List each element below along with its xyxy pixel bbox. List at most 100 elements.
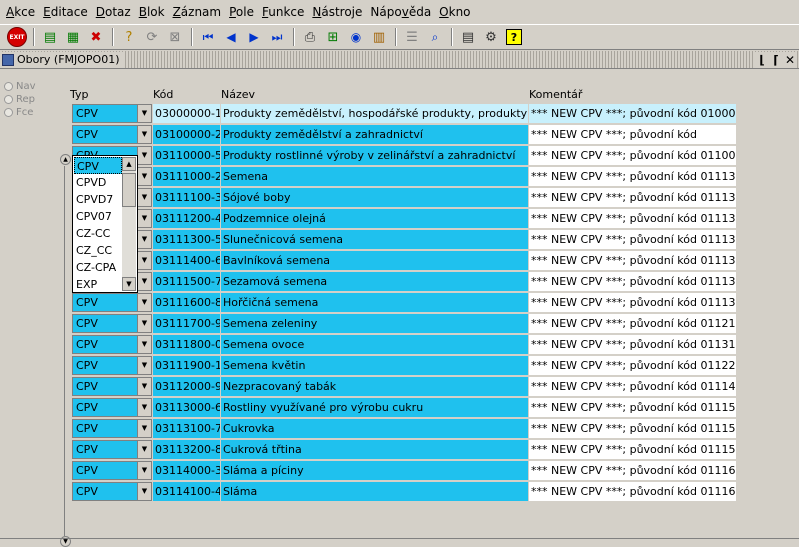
kod-field[interactable]: 03111900-1 <box>153 356 220 375</box>
nazev-field[interactable]: Produkty rostlinné výroby v zelinářství … <box>221 146 528 165</box>
maximize-window-icon[interactable]: ⌈ <box>769 53 783 67</box>
komentar-field[interactable]: *** NEW CPV ***; původní kód 01113300-5 <box>529 230 736 249</box>
chevron-down-icon[interactable]: ▼ <box>137 210 151 227</box>
nazev-field[interactable]: Semena květin <box>221 356 528 375</box>
nazev-field[interactable]: Produkty zemědělství a zahradnictví <box>221 125 528 144</box>
chevron-down-icon[interactable]: ▼ <box>137 378 151 395</box>
radio-rep[interactable]: Rep <box>4 93 36 106</box>
nazev-field[interactable]: Cukrová třtina <box>221 440 528 459</box>
komentar-field[interactable]: *** NEW CPV ***; původní kód 01000000-7 <box>529 104 736 123</box>
minimize-window-icon[interactable]: ⌊ <box>755 53 769 67</box>
typ-dropdown-list[interactable]: ▲ ▼ CPV CPVD CPVD7 CPV07 CZ-CC CZ_CC CZ-CPA EXP <box>72 155 138 293</box>
dropdown-scroll-thumb[interactable] <box>122 173 136 207</box>
chevron-down-icon[interactable]: ▼ <box>137 105 151 122</box>
typ-select[interactable]: CPV ▼ <box>72 125 152 144</box>
menu-item-napoveda[interactable]: Nápověda <box>366 5 435 19</box>
web-button[interactable]: ◉ <box>345 26 367 48</box>
dropdown-scroll-up-icon[interactable]: ▲ <box>122 157 136 171</box>
kod-field[interactable]: 03111700-9 <box>153 314 220 333</box>
dropdown-option[interactable]: CZ-CC <box>74 225 122 242</box>
dropdown-option[interactable]: CZ_CC <box>74 242 122 259</box>
dropdown-scroll-down-icon[interactable]: ▼ <box>122 277 136 291</box>
enter-query-button[interactable]: ? <box>118 26 140 48</box>
komentar-field[interactable]: *** NEW CPV ***; původní kód 01113000-2 <box>529 167 736 186</box>
notes-button[interactable]: ▤ <box>457 26 479 48</box>
typ-select[interactable]: CPV ▼ <box>72 356 152 375</box>
scroll-up-icon[interactable]: ▲ <box>60 154 71 165</box>
komentar-field[interactable]: *** NEW CPV ***; původní kód 01122300-1 <box>529 356 736 375</box>
komentar-field[interactable]: *** NEW CPV ***; původní kód 01100000-8 <box>529 146 736 165</box>
kod-field[interactable]: 03111500-7 <box>153 272 220 291</box>
chevron-down-icon[interactable]: ▼ <box>137 294 151 311</box>
komentar-field[interactable]: *** NEW CPV ***; původní kód 01115000-6 <box>529 398 736 417</box>
execute-query-button[interactable]: ⟳ <box>141 26 163 48</box>
komentar-field[interactable]: *** NEW CPV ***; původní kód 01113400-6 <box>529 251 736 270</box>
dropdown-option[interactable]: CPV <box>74 157 122 174</box>
chevron-down-icon[interactable]: ▼ <box>137 483 151 500</box>
delete-record-button[interactable]: ✖ <box>85 26 107 48</box>
chevron-down-icon[interactable]: ▼ <box>137 357 151 374</box>
nazev-field[interactable]: Sezamová semena <box>221 272 528 291</box>
dropdown-option[interactable]: CPVD <box>74 174 122 191</box>
nazev-field[interactable]: Nezpracovaný tabák <box>221 377 528 396</box>
previous-record-button[interactable]: ◀ <box>220 26 242 48</box>
kod-field[interactable]: 03114000-3 <box>153 461 220 480</box>
menu-item-akce[interactable]: Akce <box>2 5 39 19</box>
komentar-field[interactable]: *** NEW CPV ***; původní kód 01114000-9 <box>529 377 736 396</box>
nazev-field[interactable]: Hořčičná semena <box>221 293 528 312</box>
chevron-down-icon[interactable]: ▼ <box>137 336 151 353</box>
nazev-field[interactable]: Rostliny využívané pro výrobu cukru <box>221 398 528 417</box>
menu-item-okno[interactable]: Okno <box>435 5 474 19</box>
chevron-down-icon[interactable]: ▼ <box>137 189 151 206</box>
typ-select[interactable]: CPV ▼ <box>72 335 152 354</box>
komentar-field[interactable]: *** NEW CPV ***; původní kód 01115200-8 <box>529 440 736 459</box>
first-record-button[interactable]: ⏮ <box>197 26 219 48</box>
chevron-down-icon[interactable]: ▼ <box>137 420 151 437</box>
dropdown-option[interactable]: CPVD7 <box>74 191 122 208</box>
komentar-field[interactable]: *** NEW CPV ***; původní kód <box>529 125 736 144</box>
menu-item-zaznam[interactable]: Záznam <box>169 5 226 19</box>
kod-field[interactable]: 03111800-0 <box>153 335 220 354</box>
menu-item-editace[interactable]: Editace <box>39 5 92 19</box>
komentar-field[interactable]: *** NEW CPV ***; původní kód 01113600-8 <box>529 293 736 312</box>
print-button[interactable]: ⎙ <box>299 26 321 48</box>
menu-item-funkce[interactable]: Funkce <box>258 5 308 19</box>
chevron-down-icon[interactable]: ▼ <box>137 231 151 248</box>
list-button[interactable]: ☰ <box>401 26 423 48</box>
komentar-field[interactable]: *** NEW CPV ***; původní kód 01113200-4 <box>529 209 736 228</box>
komentar-field[interactable]: *** NEW CPV ***; původní kód 01131500-9 <box>529 335 736 354</box>
komentar-field[interactable]: *** NEW CPV ***; původní kód 01113100-3 <box>529 188 736 207</box>
kod-field[interactable]: 03111000-2 <box>153 167 220 186</box>
kod-field[interactable]: 03111300-5 <box>153 230 220 249</box>
radio-nav[interactable]: Nav <box>4 80 36 93</box>
komentar-field[interactable]: *** NEW CPV ***; původní kód 01116100-4 <box>529 482 736 501</box>
kod-field[interactable]: 03000000-1 <box>153 104 220 123</box>
menu-item-nastroje[interactable]: Nástroje <box>308 5 366 19</box>
record-scrollbar-track[interactable] <box>64 166 65 536</box>
search-button[interactable]: ⌕ <box>424 26 446 48</box>
kod-field[interactable]: 03111600-8 <box>153 293 220 312</box>
menu-item-pole[interactable]: Pole <box>225 5 258 19</box>
kod-field[interactable]: 03111200-4 <box>153 209 220 228</box>
radio-fce[interactable]: Fce <box>4 106 36 119</box>
chevron-down-icon[interactable]: ▼ <box>137 441 151 458</box>
chevron-down-icon[interactable]: ▼ <box>137 462 151 479</box>
typ-select[interactable]: CPV ▼ <box>72 440 152 459</box>
nazev-field[interactable]: Semena zeleniny <box>221 314 528 333</box>
kod-field[interactable]: 03113000-6 <box>153 398 220 417</box>
kod-field[interactable]: 03111400-6 <box>153 251 220 270</box>
dropdown-scrollbar[interactable]: ▲ ▼ <box>122 157 136 291</box>
menu-item-blok[interactable]: Blok <box>135 5 169 19</box>
typ-select[interactable]: CPV ▼ <box>72 293 152 312</box>
kod-field[interactable]: 03112000-9 <box>153 377 220 396</box>
chevron-down-icon[interactable]: ▼ <box>137 315 151 332</box>
nazev-field[interactable]: Cukrovka <box>221 419 528 438</box>
last-record-button[interactable]: ⏭ <box>266 26 288 48</box>
komentar-field[interactable]: *** NEW CPV ***; původní kód 01121500-6 <box>529 314 736 333</box>
typ-select[interactable]: CPV ▼ <box>72 482 152 501</box>
komentar-field[interactable]: *** NEW CPV ***; původní kód 01116000-3 <box>529 461 736 480</box>
settings-button[interactable]: ⚙ <box>480 26 502 48</box>
chevron-down-icon[interactable]: ▼ <box>137 273 151 290</box>
nazev-field[interactable]: Bavlníková semena <box>221 251 528 270</box>
nazev-field[interactable]: Slunečnicová semena <box>221 230 528 249</box>
